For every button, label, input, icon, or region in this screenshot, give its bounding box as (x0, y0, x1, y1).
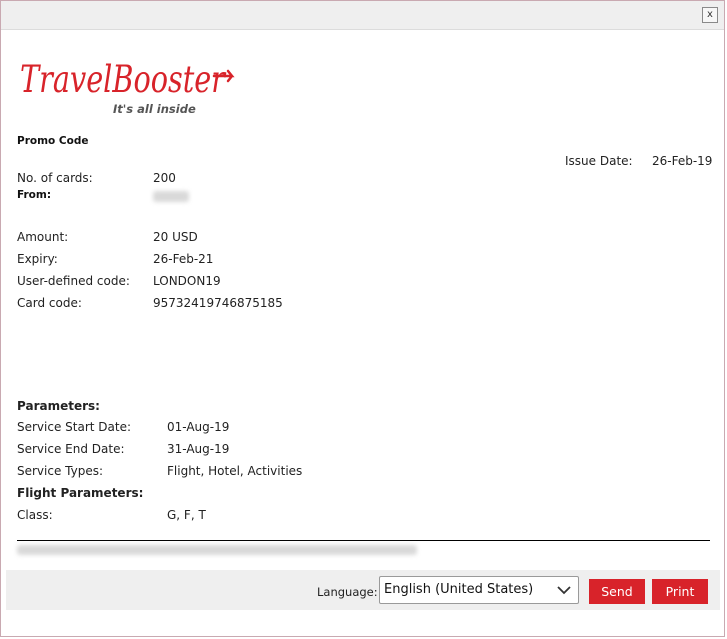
service-types-label: Service Types: (17, 464, 104, 478)
flight-parameters-heading: Flight Parameters: (17, 486, 144, 500)
issue-date-value: 26-Feb-19 (652, 154, 713, 168)
footnote-redacted (17, 545, 417, 555)
service-start-value: 01-Aug-19 (167, 420, 230, 434)
issue-date-label: Issue Date: (565, 154, 633, 168)
class-label: Class: (17, 508, 53, 522)
dialog-titlebar: x (1, 1, 724, 30)
from-label: From: (17, 189, 52, 201)
divider (17, 540, 710, 541)
logo-tagline: It's all inside (113, 102, 196, 116)
service-end-label: Service End Date: (17, 442, 125, 456)
user-code-label: User-defined code: (17, 274, 130, 288)
language-select[interactable]: English (United States) (379, 576, 579, 604)
chevron-down-icon (557, 586, 571, 595)
logo-brand-text: TravelBooster (20, 58, 227, 101)
amount-label: Amount: (17, 230, 69, 244)
expiry-value: 26-Feb-21 (153, 252, 214, 266)
cards-count-value: 200 (153, 171, 176, 185)
class-value: G, F, T (167, 508, 206, 522)
language-label: Language: (317, 585, 378, 599)
service-start-label: Service Start Date: (17, 420, 132, 434)
cards-count-label: No. of cards: (17, 171, 93, 185)
user-code-value: LONDON19 (153, 274, 221, 288)
card-code-label: Card code: (17, 296, 82, 310)
footer-bar: Language: English (United States) Send P… (6, 570, 720, 610)
travelbooster-logo: TravelBooster It's all inside (20, 58, 235, 116)
expiry-label: Expiry: (17, 252, 58, 266)
amount-value: 20 USD (153, 230, 198, 244)
close-icon: x (707, 9, 713, 20)
parameters-heading: Parameters: (17, 399, 100, 413)
close-button[interactable]: x (702, 7, 718, 23)
language-selected-value: English (United States) (384, 582, 534, 597)
page-title: Promo Code (17, 135, 89, 147)
from-value-redacted (153, 191, 189, 202)
card-code-value: 95732419746875185 (153, 296, 283, 310)
send-button[interactable]: Send (589, 579, 645, 604)
service-types-value: Flight, Hotel, Activities (167, 464, 303, 478)
service-end-value: 31-Aug-19 (167, 442, 230, 456)
promo-code-dialog: x TravelBooster It's all inside Promo Co… (0, 0, 725, 637)
print-button[interactable]: Print (652, 579, 708, 604)
